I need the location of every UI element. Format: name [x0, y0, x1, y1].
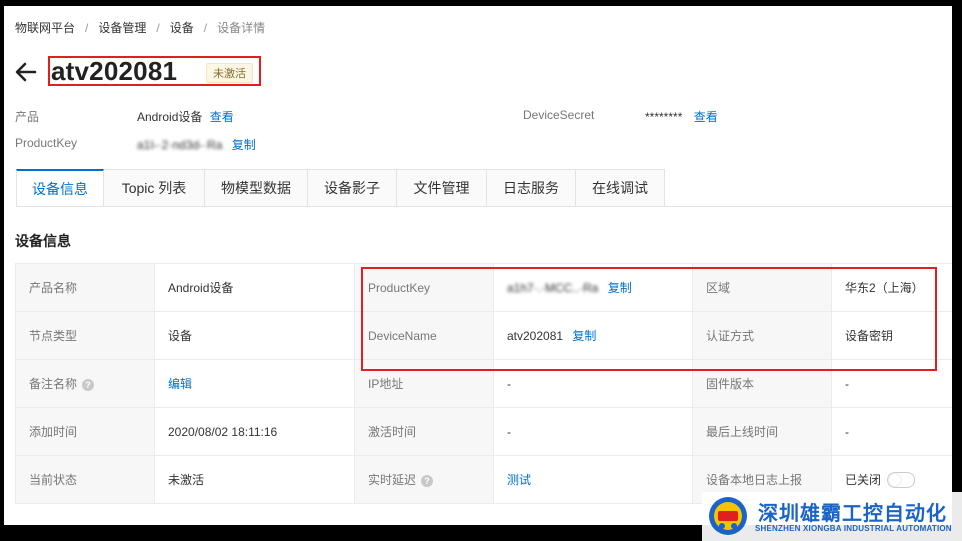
- added-time-label: 添加时间: [15, 407, 155, 456]
- last-online-value: -: [831, 407, 952, 456]
- copy-productkey-button[interactable]: 复制: [608, 281, 632, 295]
- devicename-value: atv202081: [507, 329, 564, 343]
- tab-online-debug[interactable]: 在线调试: [576, 169, 665, 207]
- breadcrumb-separator: /: [203, 21, 208, 35]
- breadcrumb-current: 设备详情: [217, 21, 266, 35]
- product-label: 产品: [15, 110, 40, 124]
- activated-time-value: -: [493, 407, 693, 456]
- productkey-label: ProductKey: [15, 136, 78, 150]
- devicesecret-label: DeviceSecret: [523, 108, 595, 122]
- tab-file-management[interactable]: 文件管理: [397, 169, 487, 207]
- activated-time-label: 激活时间: [354, 407, 494, 456]
- devicename-label: DeviceName: [354, 311, 494, 360]
- productkey-label: ProductKey: [354, 263, 494, 312]
- section-title: 设备信息: [15, 233, 71, 249]
- product-name-value: Android设备: [154, 263, 355, 312]
- help-icon[interactable]: ?: [82, 378, 95, 391]
- watermark-chinese: 深圳雄霸工控自动化: [758, 501, 947, 525]
- region-label: 区域: [692, 263, 832, 312]
- devicesecret-value: ********: [645, 110, 683, 124]
- back-arrow-icon[interactable]: [14, 60, 38, 84]
- status-badge: 未激活: [206, 63, 253, 83]
- table-row: 备注名称? 编辑 IP地址 - 固件版本 -: [15, 359, 952, 408]
- ip-label: IP地址: [354, 359, 494, 408]
- productkey-value: a1h7·.·MCC..·Ra: [507, 281, 599, 295]
- copy-devicename-button[interactable]: 复制: [572, 329, 596, 343]
- productkey-value: a1I-·2·nd3d-·Ra: [137, 138, 223, 152]
- meta-productkey: ProductKey: [15, 136, 77, 150]
- latency-test-link[interactable]: 测试: [507, 473, 531, 487]
- firmware-label: 固件版本: [692, 359, 832, 408]
- tab-topic-list[interactable]: Topic 列表: [104, 169, 205, 207]
- table-row: 产品名称 Android设备 ProductKey a1h7·.·MCC..·R…: [15, 263, 952, 312]
- edit-remark-link[interactable]: 编辑: [168, 377, 192, 391]
- meta-devicesecret: DeviceSecret: [523, 108, 594, 122]
- meta-product: 产品: [15, 108, 39, 125]
- ip-value: -: [493, 359, 693, 408]
- company-logo-icon: [709, 497, 747, 535]
- tab-thing-model-data[interactable]: 物模型数据: [205, 169, 308, 207]
- added-time-value: 2020/08/02 18:11:16: [154, 407, 355, 456]
- region-value: 华东2（上海）: [831, 263, 952, 312]
- table-row: 节点类型 设备 DeviceName atv202081 复制 认证方式 设备密…: [15, 311, 952, 360]
- tab-bar: 设备信息 Topic 列表 物模型数据 设备影子 文件管理 日志服务 在线调试: [16, 169, 665, 207]
- state-label: 当前状态: [15, 455, 155, 504]
- device-info-table: 产品名称 Android设备 ProductKey a1h7·.·MCC..·R…: [15, 263, 952, 504]
- state-value: 未激活: [154, 455, 355, 504]
- view-secret-link[interactable]: 查看: [694, 110, 718, 124]
- breadcrumb-iot-platform[interactable]: 物联网平台: [15, 21, 75, 35]
- tab-log-service[interactable]: 日志服务: [487, 169, 576, 207]
- meta-devicesecret-value: ******** 查看: [645, 108, 718, 125]
- remark-label-cell: 备注名称?: [15, 359, 155, 408]
- local-log-value: 已关闭: [845, 472, 882, 487]
- meta-product-value: Android设备 查看: [137, 108, 234, 125]
- tab-device-info[interactable]: 设备信息: [16, 169, 104, 207]
- auth-method-label: 认证方式: [692, 311, 832, 360]
- watermark: 深圳雄霸工控自动化 SHENZHEN XIONGBA INDUSTRIAL AU…: [702, 492, 962, 541]
- remark-cell: 编辑: [154, 359, 355, 408]
- breadcrumb-devices[interactable]: 设备: [170, 21, 194, 35]
- last-online-label: 最后上线时间: [692, 407, 832, 456]
- help-icon[interactable]: ?: [421, 474, 434, 487]
- node-type-label: 节点类型: [15, 311, 155, 360]
- firmware-value: -: [831, 359, 952, 408]
- auth-method-value: 设备密钥: [831, 311, 952, 360]
- node-type-value: 设备: [154, 311, 355, 360]
- product-name-label: 产品名称: [15, 263, 155, 312]
- breadcrumb-separator: /: [85, 21, 89, 35]
- latency-label-cell: 实时延迟?: [354, 455, 494, 504]
- breadcrumb: 物联网平台 / 设备管理 / 设备 / 设备详情: [15, 19, 265, 36]
- meta-productkey-value: a1I-·2·nd3d-·Ra 复制: [137, 136, 256, 153]
- product-value: Android设备: [137, 110, 203, 124]
- remark-label: 备注名称: [29, 377, 78, 391]
- local-log-toggle[interactable]: [887, 472, 916, 489]
- view-product-link[interactable]: 查看: [210, 110, 234, 124]
- latency-cell: 测试: [493, 455, 693, 504]
- copy-productkey-link[interactable]: 复制: [232, 138, 256, 152]
- page-title: atv202081: [51, 56, 178, 86]
- breadcrumb-separator: /: [156, 21, 160, 35]
- tabs-divider: [16, 206, 952, 207]
- latency-label: 实时延迟: [368, 473, 417, 487]
- productkey-cell: a1h7·.·MCC..·Ra 复制: [493, 263, 693, 312]
- devicename-cell: atv202081 复制: [493, 311, 693, 360]
- watermark-english: SHENZHEN XIONGBA INDUSTRIAL AUTOMATION: [755, 524, 952, 533]
- table-row: 添加时间 2020/08/02 18:11:16 激活时间 - 最后上线时间 -: [15, 407, 952, 456]
- breadcrumb-device-management[interactable]: 设备管理: [98, 21, 146, 35]
- tab-device-shadow[interactable]: 设备影子: [308, 169, 397, 207]
- device-detail-page: 物联网平台 / 设备管理 / 设备 / 设备详情 atv202081 未激活 产品 Andr…: [4, 6, 952, 525]
